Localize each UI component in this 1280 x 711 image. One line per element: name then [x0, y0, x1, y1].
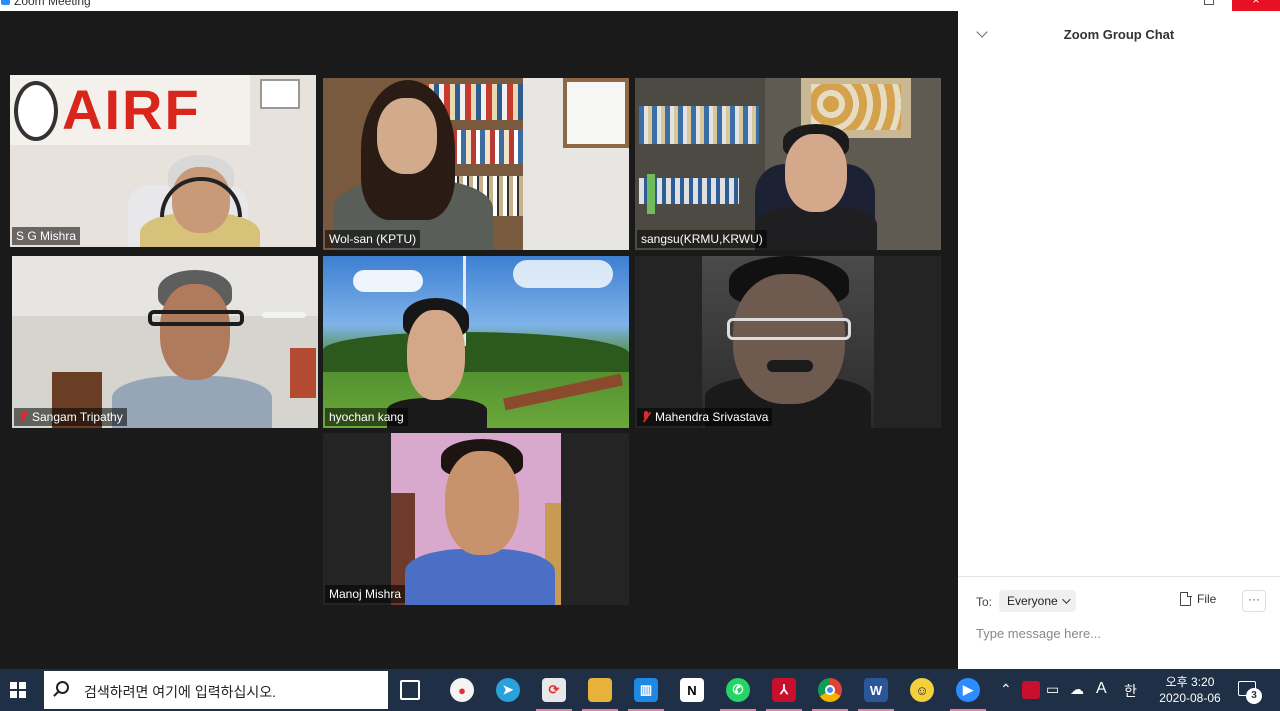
- file-icon: [1180, 591, 1192, 606]
- participant-name: Mahendra Srivastava: [655, 410, 769, 424]
- task-view-icon[interactable]: [400, 680, 420, 700]
- video-feed: [635, 256, 941, 428]
- participant-name-tag: S G Mishra: [12, 227, 81, 245]
- recipient-select[interactable]: Everyone: [999, 590, 1076, 612]
- muted-microphone-icon: [641, 411, 651, 423]
- cloud-icon[interactable]: ☁: [1070, 681, 1084, 698]
- chevron-down-icon: [1061, 595, 1071, 604]
- participant-name-tag: Mahendra Srivastava: [637, 408, 773, 426]
- chevron-up-icon[interactable]: ⌃: [1000, 681, 1012, 698]
- zoom-app-icon: [1, 0, 10, 5]
- zoom-app-icon[interactable]: ▶: [950, 678, 986, 711]
- pdf-reader-icon[interactable]: ⅄: [766, 678, 802, 711]
- notification-count-badge: 3: [1246, 688, 1262, 704]
- more-options-button[interactable]: ···: [1242, 590, 1266, 612]
- taskbar-clock[interactable]: 오후 3:20 2020-08-06: [1154, 674, 1226, 706]
- file-button[interactable]: File: [1180, 591, 1217, 606]
- file-explorer-icon[interactable]: [582, 678, 618, 711]
- participant-name: hyochan kang: [329, 410, 404, 424]
- telegram-app-icon[interactable]: ➤: [496, 678, 520, 702]
- windows-start-button[interactable]: [10, 682, 26, 698]
- clock-date: 2020-08-06: [1159, 691, 1221, 705]
- search-icon: [56, 681, 69, 694]
- chat-header: Zoom Group Chat: [958, 11, 1280, 57]
- participant-name: Manoj Mishra: [329, 587, 402, 601]
- paint-app-icon[interactable]: ●: [450, 678, 474, 702]
- participant-tile-sangam-tripathy[interactable]: Sangam Tripathy: [12, 256, 318, 428]
- chat-composer: To: Everyone File ···: [958, 576, 1280, 669]
- battery-icon[interactable]: ▭: [1046, 681, 1059, 698]
- participant-tile-hyochan-kang[interactable]: hyochan kang: [323, 256, 629, 428]
- chat-title: Zoom Group Chat: [1063, 27, 1175, 42]
- video-feed: [323, 78, 629, 250]
- pdf-tray-icon[interactable]: [1022, 681, 1040, 699]
- restore-window-button[interactable]: [1204, 0, 1214, 5]
- participant-tile-wol-san[interactable]: Wol-san (KPTU): [323, 78, 629, 250]
- window-titlebar: Zoom Meeting ×: [0, 0, 1280, 11]
- taskbar-search-box[interactable]: 검색하려면 여기에 입력하십시오.: [44, 671, 388, 709]
- whatsapp-app-icon[interactable]: ✆: [720, 678, 756, 711]
- participant-name-tag: hyochan kang: [325, 408, 408, 426]
- to-label: To:: [976, 595, 993, 609]
- recipient-value: Everyone: [1007, 594, 1058, 608]
- participant-name-tag: Sangam Tripathy: [14, 408, 127, 426]
- video-feed: [635, 78, 941, 250]
- clock-time: 오후 3:20: [1165, 675, 1215, 689]
- participant-tile-manoj-mishra[interactable]: Manoj Mishra: [323, 433, 629, 605]
- input-language-indicator[interactable]: A: [1096, 680, 1107, 698]
- notes-app-icon[interactable]: ▥: [628, 678, 664, 711]
- participant-name-tag: sangsu(KRMU,KRWU): [637, 230, 767, 248]
- participant-name: Wol-san (KPTU): [329, 232, 417, 246]
- search-placeholder: 검색하려면 여기에 입력하십시오.: [84, 684, 276, 700]
- kakao-app-icon[interactable]: ☺: [910, 678, 934, 702]
- participant-name: Sangam Tripathy: [32, 410, 123, 424]
- participant-tile-mahendra-srivastava[interactable]: Mahendra Srivastava: [635, 256, 941, 428]
- video-feed: AIRF: [10, 75, 316, 247]
- participant-tile-sg-mishra[interactable]: AIRF S G Mishra: [10, 75, 316, 247]
- video-feed: [323, 433, 629, 605]
- video-feed: [323, 256, 629, 428]
- word-app-icon[interactable]: W: [858, 678, 894, 711]
- meeting-gallery: AIRF S G Mishra Wol-san (KPTU) sangsu(KR…: [0, 11, 958, 669]
- ime-indicator[interactable]: 한: [1124, 681, 1137, 701]
- participant-name-tag: Manoj Mishra: [325, 585, 406, 603]
- sync-app-icon[interactable]: ⟳: [536, 678, 572, 711]
- video-feed: [12, 256, 318, 428]
- close-window-button[interactable]: ×: [1232, 0, 1280, 11]
- file-label: File: [1197, 592, 1217, 606]
- participant-name: sangsu(KRMU,KRWU): [641, 232, 763, 246]
- participant-name-tag: Wol-san (KPTU): [325, 230, 421, 248]
- window-title: Zoom Meeting: [14, 0, 91, 8]
- windows-taskbar: 검색하려면 여기에 입력하십시오. ● ➤ ⟳ ▥ N ✆ ⅄ W ☺ ▶ ⌃ …: [0, 669, 1280, 711]
- background-logo-text: AIRF: [62, 78, 201, 141]
- chrome-browser-icon[interactable]: [812, 678, 848, 711]
- muted-microphone-icon: [18, 411, 28, 423]
- participant-name: S G Mishra: [16, 229, 77, 243]
- participant-tile-sangsu[interactable]: sangsu(KRMU,KRWU): [635, 78, 941, 250]
- chat-panel: Zoom Group Chat To: Everyone File ···: [958, 11, 1280, 669]
- notion-app-icon[interactable]: N: [680, 678, 704, 702]
- message-input[interactable]: [976, 623, 1266, 643]
